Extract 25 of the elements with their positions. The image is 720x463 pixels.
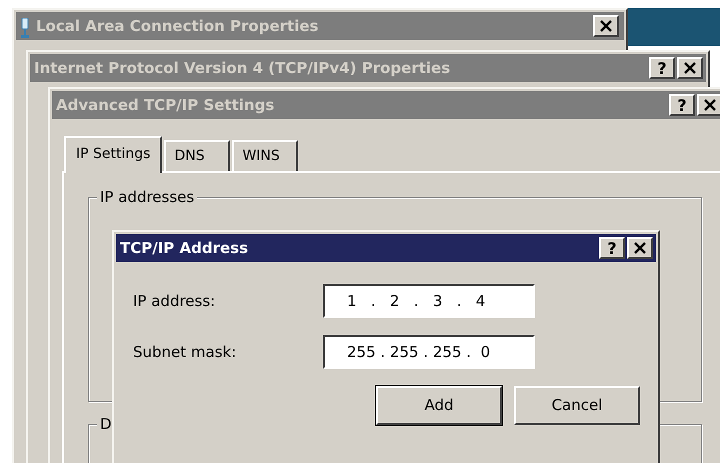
field-label: Subnet mask: [133, 342, 238, 363]
close-icon [633, 242, 647, 254]
help-button[interactable]: ? [599, 237, 625, 259]
tab[interactable]: WINS [232, 140, 298, 171]
window-title: TCP/IP Address [120, 238, 250, 259]
window-title: Advanced TCP/IP Settings [56, 94, 276, 116]
field-label: IP address: [133, 290, 216, 312]
close-button[interactable] [627, 237, 653, 259]
window-title: Local Area Connection Properties [36, 16, 320, 37]
network-plug-icon [20, 16, 30, 36]
close-icon [599, 20, 613, 32]
close-button[interactable] [677, 57, 703, 79]
add-button[interactable]: Add [376, 386, 502, 425]
close-icon [683, 62, 697, 74]
ip-address-field[interactable]: 1 . 2 . 3 . 4 [323, 284, 535, 318]
tab[interactable]: DNS [164, 140, 230, 171]
window-title: Internet Protocol Version 4 (TCP/IPv4) Properties [34, 58, 452, 79]
ip-address-field[interactable]: 255 . 255 . 255 . 0 [323, 335, 535, 369]
close-button[interactable] [593, 15, 619, 37]
tab[interactable]: IP Settings [64, 136, 162, 173]
close-button[interactable] [697, 94, 720, 116]
cancel-button[interactable]: Cancel [514, 386, 640, 425]
close-icon [703, 99, 717, 111]
help-button[interactable]: ? [649, 57, 675, 79]
help-button[interactable]: ? [669, 94, 695, 116]
